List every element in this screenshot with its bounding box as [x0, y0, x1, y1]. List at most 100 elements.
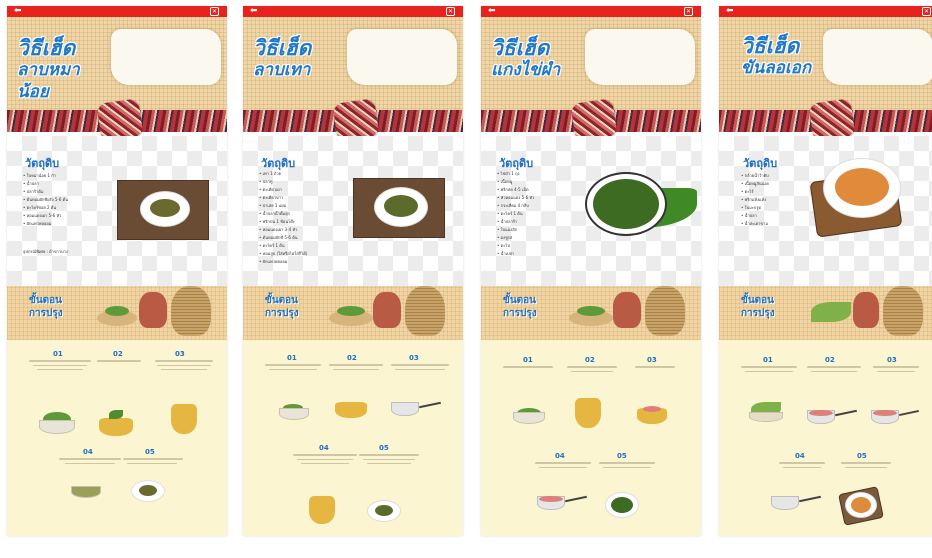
step-text [97, 360, 141, 362]
minced-meat [643, 406, 661, 412]
step-number: 05 [617, 452, 627, 460]
list-item: ปลาทู [259, 178, 359, 186]
sticky-rice-basket [405, 286, 445, 336]
step-number: 01 [523, 356, 533, 364]
sticky-rice-basket [645, 286, 685, 336]
step-text [269, 369, 317, 370]
list-item: ตะไคร้ 1 ต้น [497, 210, 597, 218]
step-text [293, 454, 357, 456]
mortar-pot [373, 292, 401, 328]
header-banner: วิธีเฮ็ด ลาบหมาน้อย [7, 17, 227, 113]
list-item: พริกสด 4-5 เม็ด [497, 186, 597, 194]
step-text [841, 462, 891, 464]
pan-handle [565, 495, 587, 503]
step-text [779, 462, 825, 464]
soup [539, 496, 563, 502]
food [150, 199, 180, 217]
step-text [807, 366, 861, 368]
step-text [301, 463, 349, 464]
steps-title-line-2: การปรุง [741, 308, 775, 319]
step-text [123, 458, 183, 460]
title-line-1: วิธีเฮ็ด [17, 36, 76, 60]
list-item: หอมแดงเผา 5-6 หัว [23, 212, 123, 220]
top-bar: ⬅ ✕ [719, 6, 932, 17]
list-item: ตะไคร้ 1 ต้น [259, 242, 359, 250]
header-banner: วิธีเฮ็ด ลาบเทา [243, 17, 463, 113]
list-item: หัวหอมแดง 5-6 หัว [497, 194, 597, 202]
list-item: หอมสูบ (ใส่หรือไม่ใส่ก็ได้) [259, 250, 359, 258]
list-item: ตะเคียวขาว [259, 194, 359, 202]
step-text [363, 459, 415, 460]
pan [391, 402, 419, 416]
step-number: 02 [347, 354, 357, 362]
title-line-2: ขันลอเอก [741, 58, 812, 78]
step-number: 03 [175, 350, 185, 358]
bowl [279, 408, 309, 420]
close-icon[interactable]: ✕ [684, 7, 693, 16]
header-banner: วิธีเฮ็ด แกงไข่ผำ [481, 17, 701, 113]
close-icon[interactable]: ✕ [446, 7, 455, 16]
close-icon[interactable]: ✕ [210, 7, 219, 16]
step-number: 01 [53, 350, 63, 358]
step-text [845, 467, 887, 468]
ingredients-title: วัตถุดิบ [743, 157, 778, 170]
list-item: น้ำปลา [23, 180, 123, 188]
step-number: 05 [145, 448, 155, 456]
step-text [127, 463, 177, 464]
mortar-pot [613, 292, 641, 328]
top-bar: ⬅ ✕ [481, 6, 701, 17]
step-text [59, 458, 121, 460]
step-text [265, 364, 321, 366]
top-bar: ⬅ ✕ [243, 6, 463, 17]
pan [771, 496, 799, 510]
green-curry [611, 497, 633, 513]
steps-header: ขั้นตอน การปรุง [7, 286, 227, 340]
food [375, 505, 393, 516]
step-number: 03 [887, 356, 897, 364]
top-bar: ⬅ ✕ [7, 6, 227, 17]
description-paper [585, 29, 695, 85]
greens [577, 306, 605, 316]
page-title: วิธีเฮ็ด ขันลอเอก [741, 35, 833, 79]
steps-header: ขั้นตอน การปรุง [719, 286, 932, 340]
ingredients-section: วัตถุดิบ กล้วยน้ำว้าดิบ เนื้อหมูสันนอก ต… [719, 136, 932, 286]
step-text [329, 364, 383, 366]
list-item: ใบแมงลัก [497, 226, 597, 234]
step-text [37, 369, 83, 370]
green-bananas [811, 302, 851, 322]
steps-title: ขั้นตอน การปรุง [265, 294, 299, 320]
dish-photo [353, 178, 445, 238]
ingredients-list: เทา 1 ถ้วย ปลาทู ตะเคียวเผา ตะเคียวขาว ป… [259, 170, 359, 266]
step-text [599, 462, 655, 464]
back-arrow-icon[interactable]: ⬅ [250, 7, 262, 16]
list-item: ปลาร้าต้ม [23, 188, 123, 196]
title-line-2: ลาบหมาน้อย [17, 60, 80, 102]
close-icon[interactable]: ✕ [922, 7, 931, 16]
back-arrow-icon[interactable]: ⬅ [726, 7, 738, 16]
step-number: 05 [379, 444, 389, 452]
mortar [309, 496, 335, 524]
back-arrow-icon[interactable]: ⬅ [14, 7, 26, 16]
ingredients-list: ใบหมาน้อย 1 กำ น้ำปลา ปลาร้าต้ม ต้นหอมผั… [23, 172, 123, 228]
steps-section: 01 02 03 04 05 [7, 340, 227, 536]
food [139, 485, 157, 496]
step-number: 05 [857, 452, 867, 460]
step-text [65, 463, 115, 464]
list-item: กระเทียม 4 กลีบ [497, 202, 597, 210]
step-number: 02 [825, 356, 835, 364]
dish-photo [117, 180, 209, 240]
equipment-note: อุปกรณ์พิเศษ : ผ้าขาวบาง [23, 249, 68, 254]
step-text [745, 371, 793, 372]
list-item: ตะเคียวเผา [259, 186, 359, 194]
list-item: หอมแดงเผา 3-4 หัว [259, 226, 359, 234]
steps-title-line-1: ขั้นตอน [503, 295, 537, 306]
step-text [297, 459, 353, 460]
back-arrow-icon[interactable]: ⬅ [488, 7, 500, 16]
steps-title-line-2: การปรุง [503, 308, 537, 319]
green-curry [593, 179, 659, 229]
step-number: 03 [409, 354, 419, 362]
title-line-2: ลาบเทา [253, 60, 311, 80]
ingredients-list: ไข่ผำ 1 ถุง เนื้อหมู พริกสด 4-5 เม็ด หัว… [497, 170, 597, 258]
step-text [29, 360, 91, 362]
description-paper [823, 29, 932, 85]
